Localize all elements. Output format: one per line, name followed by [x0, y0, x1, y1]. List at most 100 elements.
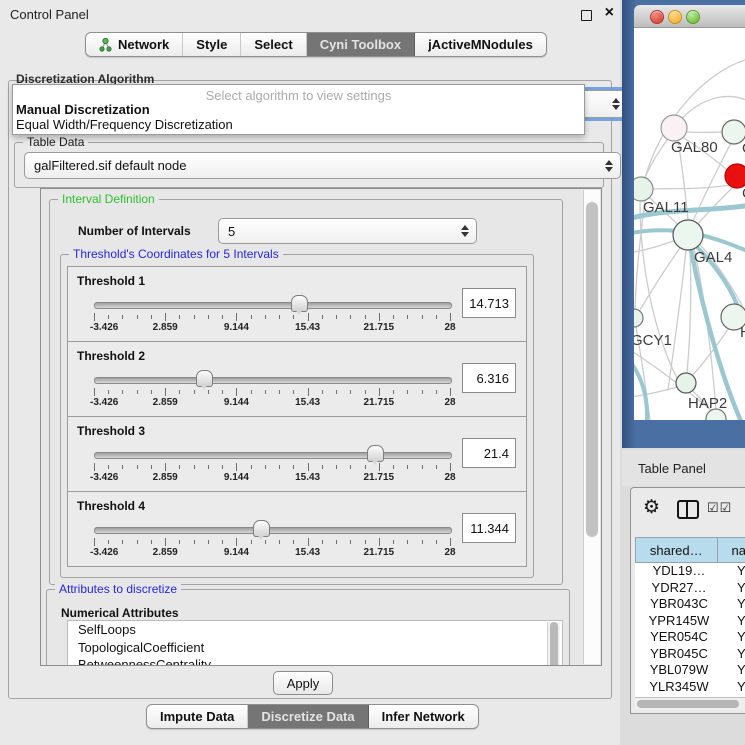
slider-tick	[393, 540, 394, 544]
dropdown-option-equal-width[interactable]: Equal Width/Frequency Discretization	[16, 117, 233, 132]
table-data-group-title: Table Data	[23, 135, 88, 149]
slider-tick	[251, 390, 252, 394]
slider-track[interactable]	[94, 527, 452, 534]
table-row[interactable]: YBR045C YBR0	[635, 646, 745, 663]
tab-infer-network[interactable]: Infer Network	[369, 705, 478, 728]
slider-handle[interactable]	[196, 370, 213, 387]
tab-label: Infer Network	[382, 709, 465, 724]
table-row[interactable]: YPR145W YPR1	[635, 613, 745, 630]
slider-tick	[322, 390, 323, 394]
slider-tick	[108, 540, 109, 544]
slider-track[interactable]	[94, 377, 452, 384]
list-item[interactable]: BetweennessCentrality	[68, 656, 562, 666]
column-header-shared-name[interactable]: shared…	[635, 537, 718, 563]
tab-discretize-data[interactable]: Discretize Data	[248, 705, 368, 728]
settings-scrollbar[interactable]	[583, 190, 600, 664]
table-cell[interactable]: YLR3	[723, 679, 745, 696]
slider-tick	[151, 465, 152, 469]
threshold-slider[interactable]: -3.4262.8599.14415.4321.71528	[94, 445, 450, 487]
list-scrollbar-thumb[interactable]	[550, 622, 558, 666]
table-cell[interactable]: YDR2	[723, 580, 745, 597]
table-cell[interactable]: YBR0	[723, 596, 745, 613]
slider-track[interactable]	[94, 452, 452, 459]
table-data-select[interactable]: galFiltered.sif default node	[24, 152, 621, 179]
network-node[interactable]	[634, 177, 653, 201]
threshold-value-field[interactable]: 6.316	[462, 363, 516, 393]
slider-tick	[222, 465, 223, 469]
table-cell[interactable]: YBR0	[723, 646, 745, 663]
network-node[interactable]	[634, 309, 643, 327]
network-node[interactable]	[676, 373, 696, 393]
threshold-slider[interactable]: -3.4262.8599.14415.4321.71528	[94, 295, 450, 337]
network-node[interactable]	[673, 220, 703, 250]
float-window-icon[interactable]	[581, 10, 592, 21]
tab-style[interactable]: Style	[183, 33, 241, 56]
network-node[interactable]	[661, 115, 687, 141]
table-cell[interactable]: YLR345W	[635, 679, 723, 696]
table-cell[interactable]: YBR043C	[635, 596, 723, 613]
network-window-titlebar[interactable]	[634, 5, 745, 28]
slider-track[interactable]	[94, 302, 452, 309]
slider-tick	[236, 538, 237, 546]
table-row[interactable]: YDR27… YDR2	[635, 580, 745, 597]
tab-jactivemnodules[interactable]: jActiveMNodules	[415, 33, 546, 56]
column-header-name[interactable]: na	[718, 537, 745, 563]
table-row[interactable]: YBR043C YBR0	[635, 596, 745, 613]
tab-select[interactable]: Select	[241, 33, 306, 56]
table-cell[interactable]: YDR27…	[635, 580, 723, 597]
table-row[interactable]: YLR345W YLR3	[635, 679, 745, 696]
close-traffic-light[interactable]	[650, 10, 664, 24]
tab-network[interactable]: Network	[86, 33, 183, 56]
zoom-traffic-light[interactable]	[686, 10, 700, 24]
threshold-value-field[interactable]: 21.4	[462, 438, 516, 468]
slider-tick-label: 21.715	[364, 547, 395, 558]
numerical-attributes-list[interactable]: SelfLoops TopologicalCoefficient Between…	[67, 620, 563, 666]
tab-impute-data[interactable]: Impute Data	[147, 705, 248, 728]
table-cell[interactable]: YER0	[723, 629, 745, 646]
table-cell[interactable]: YBL079W	[635, 662, 723, 679]
slider-tick	[308, 313, 309, 321]
threshold-slider[interactable]: -3.4262.8599.14415.4321.71528	[94, 370, 450, 412]
slider-tick	[236, 388, 237, 396]
gear-icon[interactable]: ⚙	[643, 496, 660, 519]
column-layout-icon[interactable]	[677, 500, 699, 519]
list-scrollbar[interactable]	[547, 622, 560, 666]
table-cell[interactable]: YPR145W	[635, 613, 723, 630]
threshold-slider[interactable]: -3.4262.8599.14415.4321.71528	[94, 520, 450, 562]
close-icon[interactable]: ×	[605, 4, 614, 22]
table-row[interactable]: YDL19… YDL1	[635, 563, 745, 580]
slider-tick-label: 9.144	[224, 472, 249, 483]
slider-tick	[194, 315, 195, 319]
list-item[interactable]: SelfLoops	[68, 621, 562, 639]
table-cell[interactable]: YPR1	[723, 613, 745, 630]
checkbox-icons[interactable]: ☑☑	[707, 500, 732, 516]
threshold-value-field[interactable]: 11.344	[462, 513, 516, 543]
slider-handle[interactable]	[291, 295, 308, 312]
slider-tick	[422, 540, 423, 544]
control-panel: Control Panel × Network Style Select Cyn…	[0, 0, 620, 745]
number-of-intervals-select[interactable]: 5	[218, 218, 477, 244]
table-row[interactable]: YER054C YER0	[635, 629, 745, 646]
threshold-value-field[interactable]: 14.713	[462, 288, 516, 318]
table-cell[interactable]: YBR045C	[635, 646, 723, 663]
minimize-traffic-light[interactable]	[668, 10, 682, 24]
settings-scrollbar-thumb[interactable]	[586, 202, 598, 537]
slider-handle[interactable]	[253, 520, 270, 537]
table-cell[interactable]: YDL1	[723, 563, 745, 580]
table-cell[interactable]: YBL0	[723, 662, 745, 679]
dropdown-prompt: Select algorithm to view settings	[13, 88, 584, 103]
apply-button[interactable]: Apply	[273, 671, 333, 695]
dropdown-option-manual[interactable]: Manual Discretization	[16, 102, 150, 117]
slider-tick-label: 21.715	[364, 322, 395, 333]
slider-tick	[108, 315, 109, 319]
slider-handle[interactable]	[367, 445, 384, 462]
tab-cyni-toolbox[interactable]: Cyni Toolbox	[307, 33, 415, 56]
table-cell[interactable]: YER054C	[635, 629, 723, 646]
slider-tick	[265, 465, 266, 469]
horizontal-scrollbar[interactable]	[635, 697, 745, 710]
list-item[interactable]: TopologicalCoefficient	[68, 639, 562, 657]
table-row[interactable]: YBL079W YBL0	[635, 662, 745, 679]
network-canvas[interactable]: GAL80GACGAL11GAL4GCY1HHAP2	[634, 28, 745, 420]
horizontal-scrollbar-thumb[interactable]	[637, 700, 739, 708]
table-cell[interactable]: YDL19…	[635, 563, 723, 580]
